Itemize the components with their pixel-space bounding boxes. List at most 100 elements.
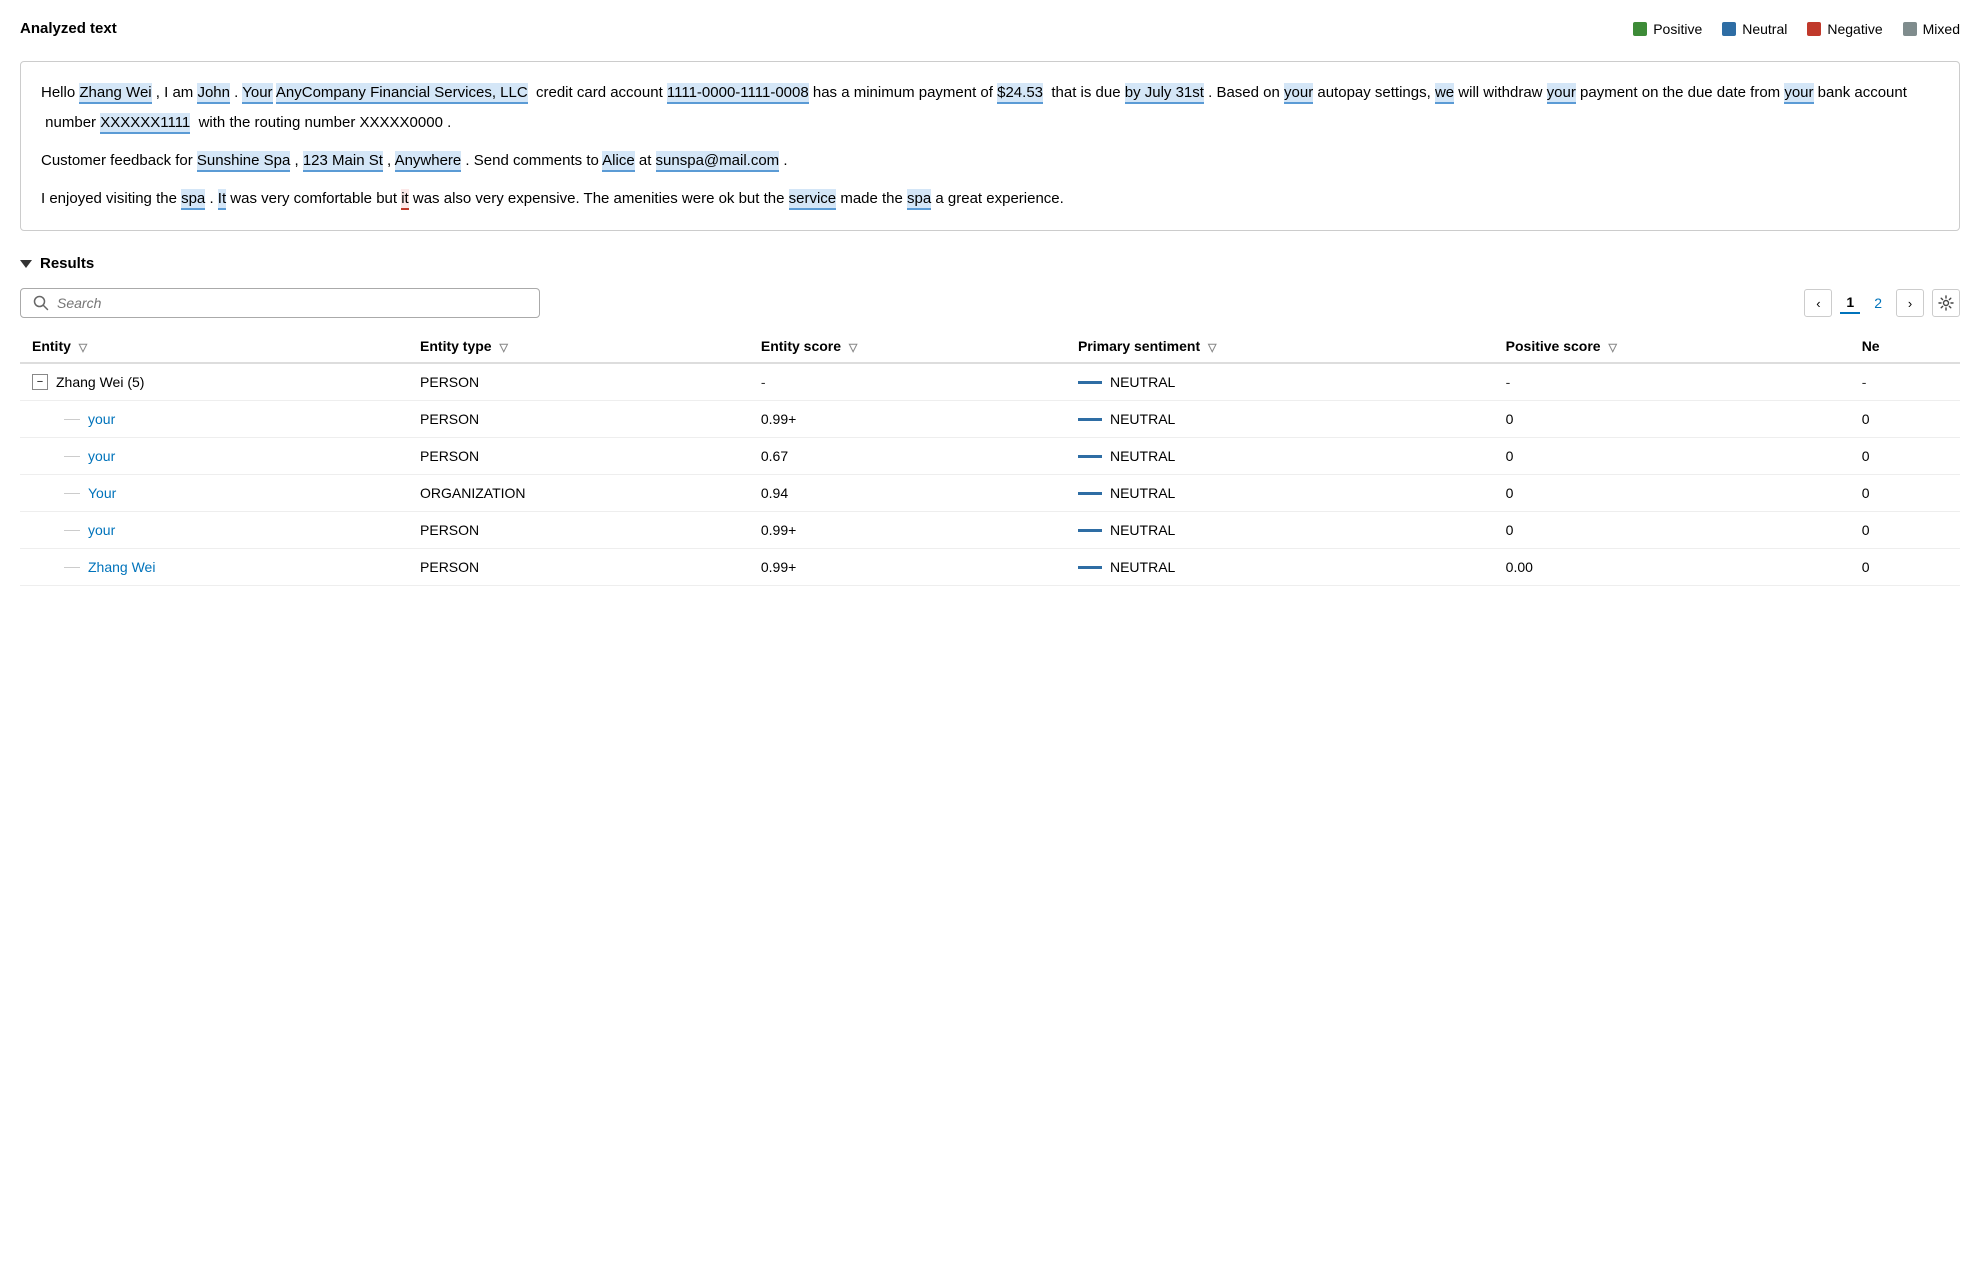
results-title: Results bbox=[40, 255, 94, 272]
primary-sentiment-sort-icon[interactable]: ▽ bbox=[1208, 342, 1216, 354]
positive-score-cell: 0 bbox=[1494, 512, 1850, 549]
table-row: your PERSON 0.99+ NEUTRAL 0 0 bbox=[20, 401, 1960, 438]
entity-anycompany: AnyCompany Financial Services, LLC bbox=[276, 83, 528, 104]
entity-link[interactable]: Your bbox=[88, 485, 116, 501]
positive-label: Positive bbox=[1653, 21, 1702, 37]
entity-type-cell: PERSON bbox=[408, 512, 749, 549]
entity-cell: your bbox=[20, 438, 408, 475]
entity-your-4: your bbox=[1784, 83, 1813, 104]
entity-name: Zhang Wei (5) bbox=[56, 374, 144, 390]
col-header-entity-score: Entity score ▽ bbox=[749, 330, 1066, 363]
ne-score-cell: 0 bbox=[1850, 549, 1960, 586]
entity-link[interactable]: your bbox=[88, 411, 115, 427]
entity-account: 1111-0000-1111-0008 bbox=[667, 83, 809, 104]
entity-email: sunspa@mail.com bbox=[656, 151, 780, 172]
primary-sentiment-cell: NEUTRAL bbox=[1066, 512, 1494, 549]
entity-address: 123 Main St bbox=[303, 151, 383, 172]
mixed-label: Mixed bbox=[1923, 21, 1960, 37]
sentiment-line bbox=[1078, 492, 1102, 495]
ne-score-cell: 0 bbox=[1850, 438, 1960, 475]
positive-score-cell: 0 bbox=[1494, 438, 1850, 475]
entity-it-1: It bbox=[218, 189, 226, 210]
entity-sunshine-spa: Sunshine Spa bbox=[197, 151, 290, 172]
pagination: ‹ 1 2 › bbox=[1804, 289, 1960, 317]
entity-zhang-wei-1: Zhang Wei bbox=[79, 83, 151, 104]
primary-sentiment-cell: NEUTRAL bbox=[1066, 549, 1494, 586]
entity-score-cell: - bbox=[749, 363, 1066, 401]
text-paragraph-2: Customer feedback for Sunshine Spa , 123… bbox=[41, 146, 1939, 176]
sentiment-line bbox=[1078, 381, 1102, 384]
expand-button[interactable]: − bbox=[32, 374, 48, 390]
table-row: Zhang Wei PERSON 0.99+ NEUTRAL 0.00 0 bbox=[20, 549, 1960, 586]
sentiment-value: NEUTRAL bbox=[1110, 559, 1175, 575]
positive-score-cell: - bbox=[1494, 363, 1850, 401]
positive-score-cell: 0 bbox=[1494, 401, 1850, 438]
analyzed-text-title: Analyzed text bbox=[20, 20, 117, 37]
entity-amount: $24.53 bbox=[997, 83, 1043, 104]
ne-score-cell: 0 bbox=[1850, 401, 1960, 438]
sentiment-value: NEUTRAL bbox=[1110, 485, 1175, 501]
search-input[interactable] bbox=[57, 295, 527, 311]
ne-score-cell: 0 bbox=[1850, 475, 1960, 512]
positive-dot bbox=[1633, 22, 1647, 36]
entity-score-cell: 0.99+ bbox=[749, 549, 1066, 586]
primary-sentiment-cell: NEUTRAL bbox=[1066, 475, 1494, 512]
search-pagination-row: ‹ 1 2 › bbox=[20, 288, 1960, 318]
entity-cell: your bbox=[20, 512, 408, 549]
next-page-button[interactable]: › bbox=[1896, 289, 1924, 317]
entity-your-3: your bbox=[1547, 83, 1576, 104]
neutral-dot bbox=[1722, 22, 1736, 36]
negative-dot bbox=[1807, 22, 1821, 36]
entity-spa-2: spa bbox=[907, 189, 931, 210]
primary-sentiment-cell: NEUTRAL bbox=[1066, 401, 1494, 438]
collapse-icon[interactable] bbox=[20, 260, 32, 268]
sentiment-value: NEUTRAL bbox=[1110, 448, 1175, 464]
entity-spa-1: spa bbox=[181, 189, 205, 210]
entity-type-cell: PERSON bbox=[408, 549, 749, 586]
entity-score-cell: 0.99+ bbox=[749, 401, 1066, 438]
sentiment-value: NEUTRAL bbox=[1110, 374, 1175, 390]
negative-label: Negative bbox=[1827, 21, 1882, 37]
table-row: your PERSON 0.67 NEUTRAL 0 0 bbox=[20, 438, 1960, 475]
entity-your-2: your bbox=[1284, 83, 1313, 104]
entity-score-sort-icon[interactable]: ▽ bbox=[849, 342, 857, 354]
table-row: − Zhang Wei (5) PERSON - NEUTRAL - - bbox=[20, 363, 1960, 401]
positive-score-sort-icon[interactable]: ▽ bbox=[1608, 342, 1616, 354]
prev-page-button[interactable]: ‹ bbox=[1804, 289, 1832, 317]
entity-we: we bbox=[1435, 83, 1454, 104]
text-paragraph-1: Hello Zhang Wei , I am John . Your AnyCo… bbox=[41, 78, 1939, 138]
settings-button[interactable] bbox=[1932, 289, 1960, 317]
entity-your-1: Your bbox=[242, 83, 272, 104]
entity-date: by July 31st bbox=[1125, 83, 1204, 104]
entity-type-sort-icon[interactable]: ▽ bbox=[499, 342, 507, 354]
entity-cell: Your bbox=[20, 475, 408, 512]
legend: Positive Neutral Negative Mixed bbox=[1633, 21, 1960, 37]
sentiment-value: NEUTRAL bbox=[1110, 522, 1175, 538]
sentiment-line bbox=[1078, 455, 1102, 458]
entity-type-cell: PERSON bbox=[408, 438, 749, 475]
table-body: − Zhang Wei (5) PERSON - NEUTRAL - - bbox=[20, 363, 1960, 586]
positive-score-cell: 0 bbox=[1494, 475, 1850, 512]
col-header-primary-sentiment: Primary sentiment ▽ bbox=[1066, 330, 1494, 363]
search-box[interactable] bbox=[20, 288, 540, 318]
primary-sentiment-cell: NEUTRAL bbox=[1066, 438, 1494, 475]
entity-score-cell: 0.67 bbox=[749, 438, 1066, 475]
entity-link[interactable]: Zhang Wei bbox=[88, 559, 155, 575]
current-page[interactable]: 1 bbox=[1840, 292, 1860, 314]
entity-cell: Zhang Wei bbox=[20, 549, 408, 586]
entity-sort-icon[interactable]: ▽ bbox=[79, 342, 87, 354]
next-page-number[interactable]: 2 bbox=[1868, 293, 1888, 313]
mixed-dot bbox=[1903, 22, 1917, 36]
col-header-positive-score: Positive score ▽ bbox=[1494, 330, 1850, 363]
table-header: Entity ▽ Entity type ▽ Entity score ▽ Pr… bbox=[20, 330, 1960, 363]
legend-positive: Positive bbox=[1633, 21, 1702, 37]
entity-bank-account: XXXXXX1111 bbox=[100, 113, 190, 134]
legend-neutral: Neutral bbox=[1722, 21, 1787, 37]
entity-link[interactable]: your bbox=[88, 522, 115, 538]
legend-mixed: Mixed bbox=[1903, 21, 1960, 37]
entity-type-cell: PERSON bbox=[408, 363, 749, 401]
neutral-label: Neutral bbox=[1742, 21, 1787, 37]
entity-link[interactable]: your bbox=[88, 448, 115, 464]
col-header-ne: Ne bbox=[1850, 330, 1960, 363]
entity-cell: − Zhang Wei (5) bbox=[20, 363, 408, 401]
